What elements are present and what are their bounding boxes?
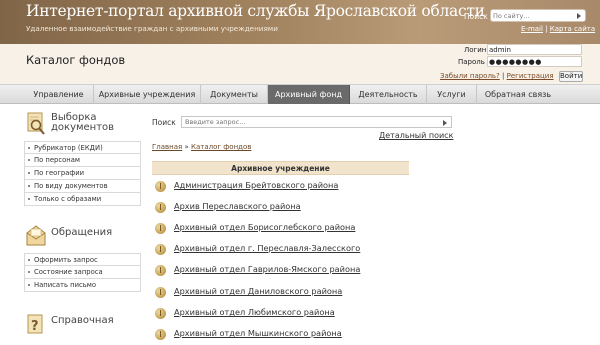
login-field[interactable] (487, 44, 582, 55)
institution-link[interactable]: Архивный отдел Мышкинского района (174, 328, 342, 338)
site-search-input[interactable] (493, 11, 571, 21)
link-separator: | (545, 25, 548, 33)
breadcrumb-separator: » (184, 143, 189, 151)
register-link[interactable]: Регистрация (507, 72, 554, 80)
institution-link[interactable]: Архивный отдел Борисоглебского района (174, 222, 355, 232)
password-label: Пароль (458, 58, 485, 66)
catalog-search-label: Поиск (152, 118, 176, 127)
sitemap-link[interactable]: Карта сайта (550, 25, 595, 33)
sidebar-list: Рубрикатор (ЕКДИ) По персонам По географ… (24, 141, 141, 206)
archive-icon (155, 244, 166, 255)
sidebar-item-write-letter[interactable]: Написать письмо (24, 279, 141, 292)
institution-link[interactable]: Архивный отдел Даниловского района (174, 286, 342, 296)
site-header: Интернет-портал архивной службы Ярославс… (0, 0, 600, 44)
archive-icon (155, 181, 166, 192)
password-field[interactable] (487, 56, 582, 67)
sidebar-item-doc-type[interactable]: По виду документов (24, 180, 141, 193)
catalog-search-box (181, 116, 452, 128)
main-nav: Управление Архивные учреждения Документы… (0, 84, 600, 104)
help-icon: ? (27, 314, 43, 334)
nav-item-documents[interactable]: Документы (201, 85, 268, 104)
header-links: E-mail | Карта сайта (521, 25, 595, 33)
magnifier-paper-icon (27, 112, 45, 135)
breadcrumb-catalog[interactable]: Каталог фондов (191, 143, 251, 151)
nav-item-management[interactable]: Управление (24, 85, 94, 104)
site-search-label: Поиск (464, 12, 488, 21)
sidebar-item-request-status[interactable]: Состояние запроса (24, 266, 141, 279)
svg-text:?: ? (31, 319, 39, 334)
sidebar-section-title: Справочная (51, 315, 114, 326)
envelope-icon (26, 225, 46, 246)
login-label: Логин (464, 46, 487, 54)
institution-link[interactable]: Архивный отдел Любимского района (174, 307, 335, 317)
search-go-icon[interactable] (577, 13, 581, 19)
page-title: Каталог фондов (26, 53, 126, 67)
sidebar-item-make-request[interactable]: Оформить запрос (24, 253, 141, 266)
archive-icon (155, 223, 166, 234)
institution-link[interactable]: Администрация Брейтовского района (174, 180, 338, 190)
sidebar-section-title: Выборка документов (51, 112, 115, 133)
sidebar-item-geography[interactable]: По географии (24, 167, 141, 180)
catalog-bar: Каталог фондов Логин Пароль Забыли парол… (0, 44, 600, 84)
breadcrumb: Главная » Каталог фондов (152, 143, 251, 151)
login-button[interactable]: Войти (559, 71, 583, 82)
sidebar-section-selection: Выборка документов Рубрикатор (ЕКДИ) По … (24, 111, 141, 206)
portal-subtitle: Удаленное взаимодействие граждан с архив… (26, 24, 278, 33)
archive-icon (155, 308, 166, 319)
sidebar-section-title: Обращения (51, 227, 113, 238)
column-header: Архивное учреждение (152, 161, 409, 175)
sidebar-section-reference: ? Справочная (24, 311, 141, 341)
sidebar-list: Оформить запрос Состояние запроса Написа… (24, 253, 141, 292)
nav-item-services[interactable]: Услуги (427, 85, 477, 104)
breadcrumb-home[interactable]: Главная (152, 143, 182, 151)
nav-item-feedback[interactable]: Обратная связь (477, 85, 559, 104)
sidebar-section-header: Выборка документов (24, 111, 141, 141)
sidebar-item-rubricator[interactable]: Рубрикатор (ЕКДИ) (24, 141, 141, 154)
archive-icon (155, 287, 166, 298)
nav-item-archive-institutions[interactable]: Архивные учреждения (94, 85, 201, 104)
catalog-search-input[interactable] (185, 117, 435, 127)
nav-item-activity[interactable]: Деятельность (350, 85, 427, 104)
account-link-separator: | (502, 72, 505, 80)
sidebar-section-header: Обращения (24, 223, 141, 253)
institution-link[interactable]: Архивный отдел Гаврилов-Ямского района (174, 264, 360, 274)
advanced-search-link[interactable]: Детальный поиск (379, 131, 453, 140)
site-search-box (490, 9, 586, 22)
catalog-search-go-icon[interactable] (443, 120, 447, 126)
account-links: Забыли пароль? | Регистрация (440, 72, 554, 80)
sidebar-section-requests: Обращения Оформить запрос Состояние запр… (24, 223, 141, 292)
archive-icon (155, 202, 166, 213)
forgot-password-link[interactable]: Забыли пароль? (440, 72, 500, 80)
sidebar-item-persons[interactable]: По персонам (24, 154, 141, 167)
archive-icon (155, 265, 166, 276)
portal-title[interactable]: Интернет-портал архивной службы Ярославс… (26, 2, 485, 20)
sidebar-section-header: ? Справочная (24, 311, 141, 341)
nav-item-archive-fund[interactable]: Архивный фонд (268, 85, 350, 104)
sidebar-item-with-images[interactable]: Только с образами (24, 193, 141, 206)
email-link[interactable]: E-mail (521, 25, 543, 33)
institution-link[interactable]: Архив Переславского района (174, 201, 301, 211)
archive-icon (155, 329, 166, 340)
institution-link[interactable]: Архивный отдел г. Переславля-Залесского (174, 243, 360, 253)
